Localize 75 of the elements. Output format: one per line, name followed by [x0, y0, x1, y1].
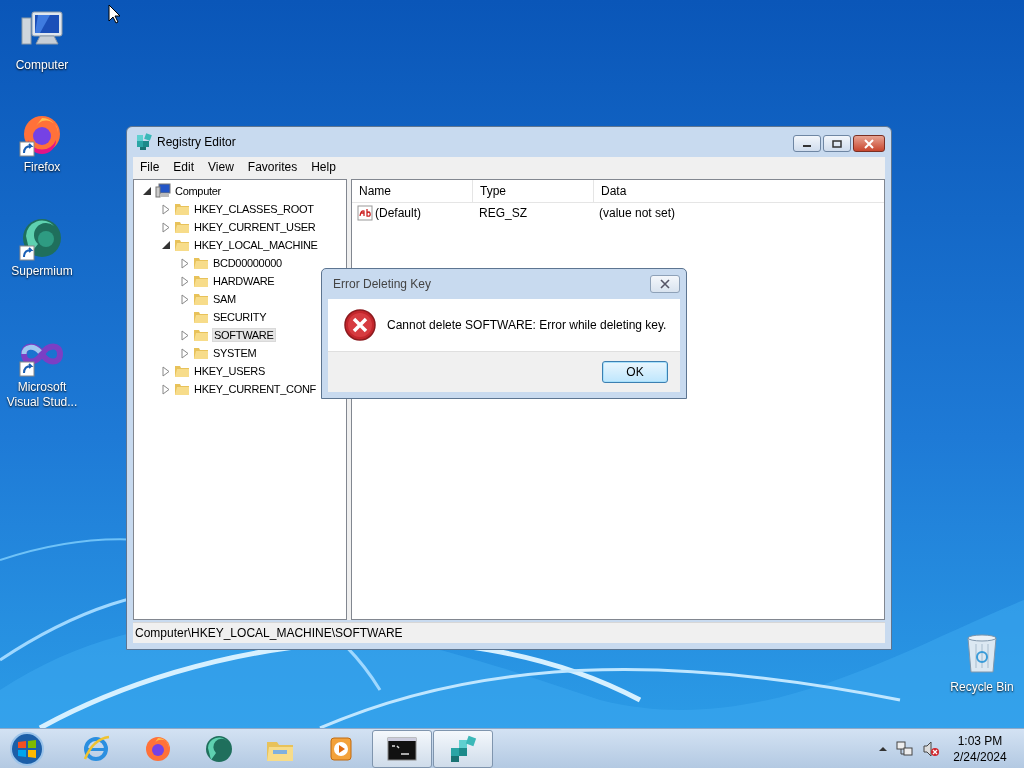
close-icon — [863, 138, 875, 149]
clock-date[interactable]: 2/24/2024 — [953, 748, 1007, 765]
menu-item[interactable]: View — [201, 160, 241, 174]
icon-label: Microsoft Visual Stud... — [5, 380, 79, 410]
value-type: REG_SZ — [478, 206, 528, 220]
expand-icon[interactable] — [161, 203, 172, 215]
registry-icon — [135, 133, 153, 151]
status-bar: Computer\HKEY_LOCAL_MACHINE\SOFTWARE — [133, 622, 885, 643]
maximize-icon — [832, 139, 842, 148]
error-icon — [343, 308, 377, 342]
tree-item[interactable]: HKEY_CURRENT_USER — [193, 221, 317, 233]
maximize-button[interactable] — [823, 135, 851, 152]
taskbar-button[interactable] — [372, 729, 432, 768]
tree-item[interactable]: SECURITY — [212, 311, 268, 323]
menu-item[interactable]: File — [133, 160, 167, 174]
error-message: Cannot delete SOFTWARE: Error while deleting key. — [387, 318, 667, 332]
folder-icon — [174, 237, 190, 253]
tree-item[interactable]: HKEY_CURRENT_CONF — [193, 383, 318, 395]
menu-item[interactable]: Edit — [166, 160, 202, 174]
tree-item[interactable]: SAM — [212, 293, 237, 305]
folder-icon — [193, 345, 209, 361]
folder-icon — [193, 327, 209, 343]
string-value-icon — [357, 205, 373, 221]
tree-item[interactable]: HKEY_LOCAL_MACHINE — [193, 239, 319, 251]
expand-icon[interactable] — [180, 293, 191, 305]
column-header[interactable]: Name — [352, 180, 473, 202]
expand-icon[interactable] — [161, 365, 172, 377]
folder-icon — [193, 291, 209, 307]
tree-item[interactable]: HKEY_USERS — [193, 365, 266, 377]
value-data: (value not set) — [598, 206, 677, 220]
expand-icon[interactable] — [180, 275, 191, 287]
registry-icon — [448, 733, 478, 764]
collapse-icon[interactable] — [161, 239, 172, 251]
tree-item[interactable]: SOFTWARE — [212, 328, 276, 342]
expand-icon[interactable] — [180, 329, 191, 341]
folder-icon — [193, 309, 209, 325]
icon-label: Recycle Bin — [949, 680, 1015, 695]
menu-item[interactable]: Favorites — [240, 160, 305, 174]
icon-label: Firefox — [22, 160, 62, 175]
expand-icon[interactable] — [180, 257, 191, 269]
dialog-title: Error Deleting Key — [333, 277, 432, 291]
folder-icon — [174, 363, 190, 379]
tree-item[interactable]: Computer — [174, 185, 222, 197]
network-icon[interactable] — [896, 739, 914, 758]
window-title: Registry Editor — [157, 135, 236, 149]
globe-icon — [204, 733, 234, 764]
minimize-button[interactable] — [793, 135, 821, 152]
icon-label: Supermium — [10, 264, 74, 279]
close-button[interactable] — [650, 275, 680, 293]
tree-item[interactable]: HARDWARE — [212, 275, 276, 287]
ok-button[interactable]: OK — [602, 361, 668, 383]
tree-item[interactable]: HKEY_CLASSES_ROOT — [193, 203, 315, 215]
folder-icon — [193, 273, 209, 289]
collapse-icon[interactable] — [142, 185, 153, 197]
folder-icon — [174, 219, 190, 235]
close-icon — [659, 279, 671, 289]
menu-item[interactable]: Help — [304, 160, 343, 174]
computer-icon — [155, 183, 171, 199]
cursor-icon — [108, 4, 121, 24]
icon-label: Computer — [14, 58, 70, 73]
folder-icon — [193, 255, 209, 271]
expand-icon[interactable] — [161, 221, 172, 233]
close-button[interactable] — [853, 135, 885, 152]
value-name[interactable]: (Default) — [375, 206, 421, 220]
volume-muted-icon[interactable] — [922, 739, 940, 758]
folder-icon — [174, 201, 190, 217]
ie-icon — [82, 733, 112, 764]
expand-icon[interactable] — [161, 383, 172, 395]
clock-time[interactable]: 1:03 PM — [957, 732, 1003, 749]
expand-icon[interactable] — [180, 347, 191, 359]
tree-item[interactable]: SYSTEM — [212, 347, 258, 359]
folder-icon — [174, 381, 190, 397]
tree-item[interactable]: BCD00000000 — [212, 257, 283, 269]
column-header[interactable]: Data — [594, 180, 884, 202]
column-header[interactable]: Type — [473, 180, 594, 202]
